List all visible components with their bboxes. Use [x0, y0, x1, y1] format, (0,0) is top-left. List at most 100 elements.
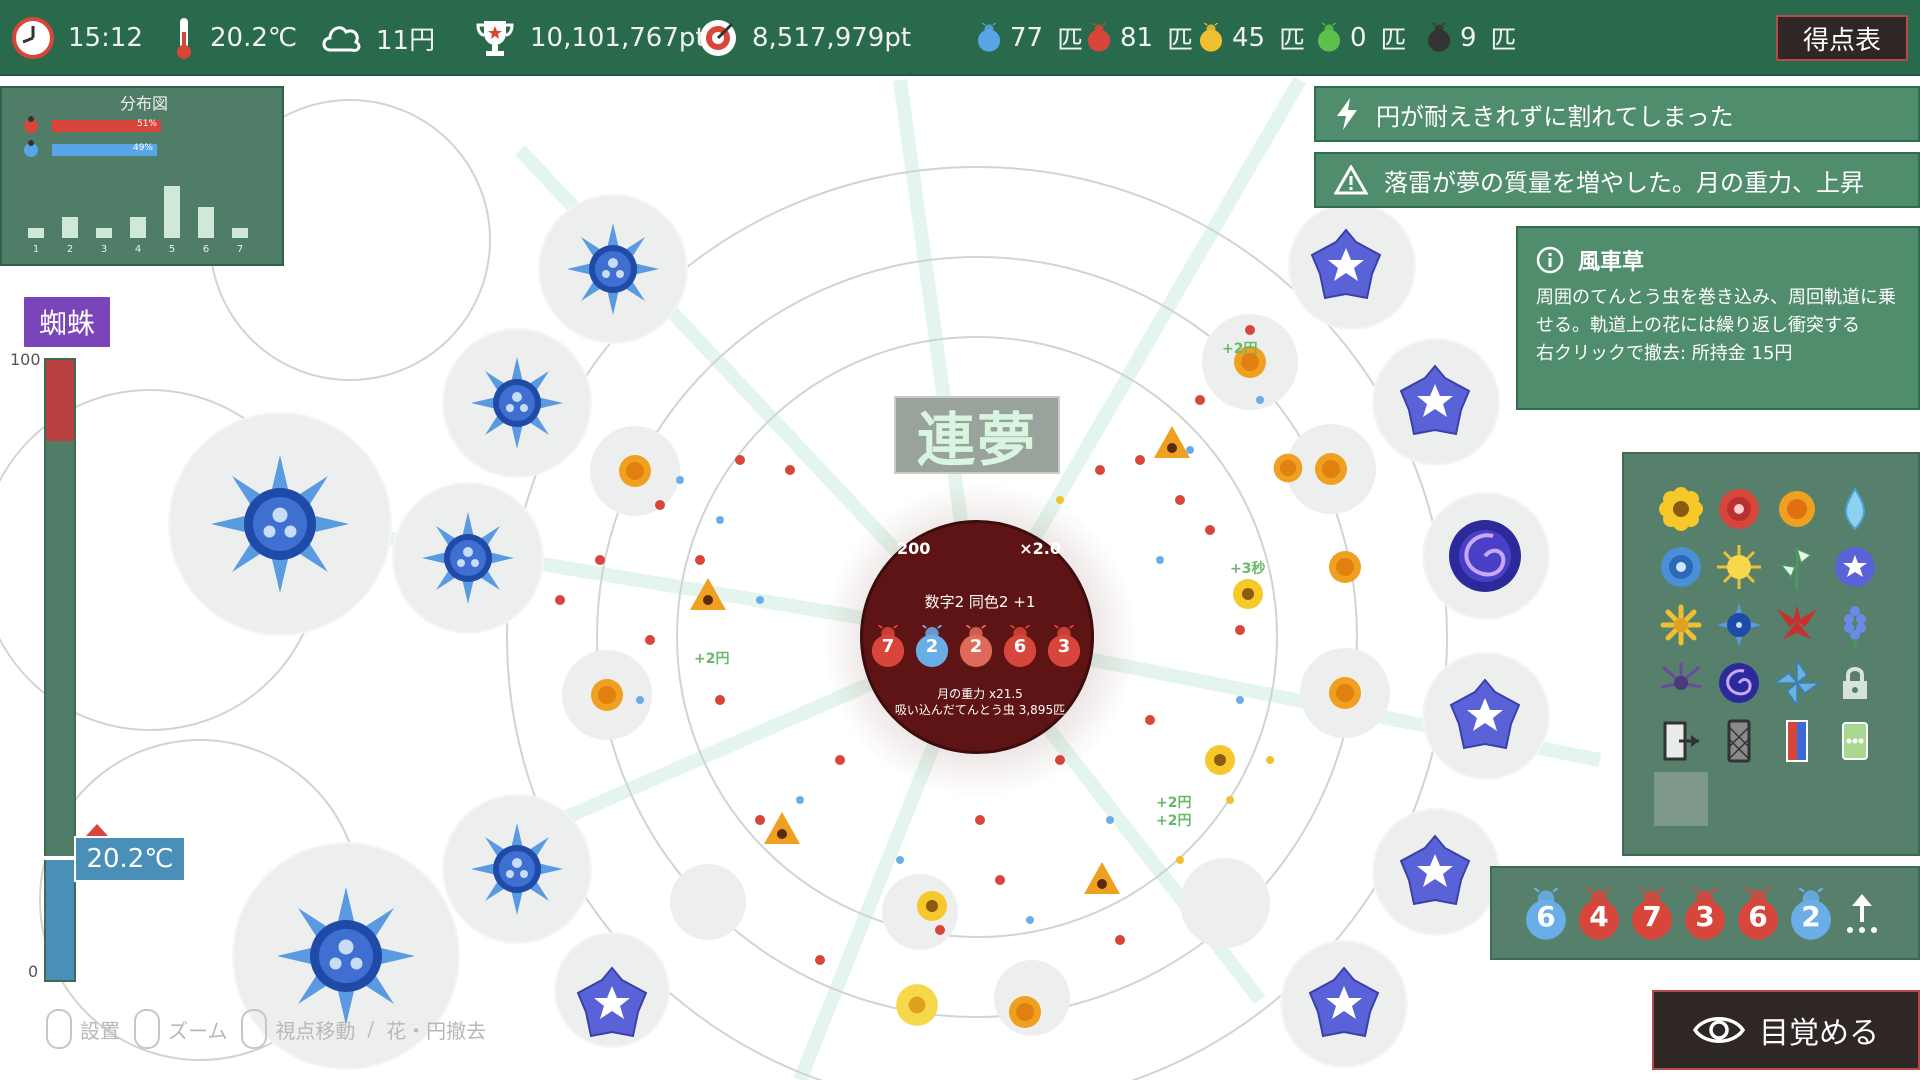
moon-ladybug: 6 [1001, 625, 1039, 669]
histogram-bar [28, 228, 44, 238]
bug-count-yellow-ladybug: 45 匹 [1198, 0, 1305, 76]
clock-display: 15:12 [12, 0, 143, 76]
moon: 200 ×2.0 数字2 同色2 +1 7 2 2 6 3 月の重力 x21.5 吸い込… [860, 520, 1094, 754]
notice-text: 落雷が夢の質量を増やした。月の重力、上昇 [1384, 168, 1864, 197]
bug-count-blue-ladybug: 77 匹 [976, 0, 1083, 76]
temperature-display: 20.2℃ [172, 0, 297, 76]
combo-banner: 連夢 [894, 396, 1060, 474]
blue-star-flower-icon[interactable] [1828, 540, 1882, 594]
purple-thistle-icon[interactable] [1654, 656, 1708, 710]
queue-ladybug-number: 2 [1801, 900, 1821, 933]
queue-ladybug-number: 6 [1536, 900, 1556, 933]
notice-text: 円が耐えきれずに割れてしまった [1376, 102, 1734, 131]
bug-count-value: 9 [1460, 23, 1477, 53]
histogram-bin-label: 1 [32, 244, 40, 255]
moon-ladybug: 2 [913, 625, 951, 669]
blue-rose-icon[interactable] [1654, 540, 1708, 594]
red-rose-icon[interactable] [1712, 482, 1766, 536]
eye-icon [1693, 1013, 1745, 1047]
score-display: 8,517,979pt [698, 0, 911, 76]
notice-lightning: 落雷が夢の質量を増やした。月の重力、上昇 [1314, 152, 1920, 208]
bug-count-unit: 匹 [1279, 25, 1306, 56]
gauge-danger-zone [46, 360, 74, 441]
trophy-icon [474, 17, 516, 59]
blue-distribution-bar: 49% [52, 143, 157, 156]
more-card-icon[interactable] [1828, 714, 1882, 768]
mesh-card-icon[interactable] [1712, 714, 1766, 768]
top-bar: 15:12 20.2℃ 11円 10,101,767pt 8,517,979pt… [0, 0, 1920, 76]
target-icon [698, 18, 738, 58]
control-move: 視点移動 [275, 1018, 356, 1043]
histogram-bin-label: 5 [168, 244, 176, 255]
high-score-value: 10,101,767pt [530, 23, 706, 53]
money-popup: +2円 [1156, 813, 1192, 829]
orange-marigold-icon[interactable] [1770, 482, 1824, 536]
bug-count-value: 77 [1010, 23, 1044, 53]
ladybug-queue: 647362 [1490, 866, 1920, 960]
notice-circle-broken: 円が耐えきれずに割れてしまった [1314, 86, 1920, 142]
sun-icon[interactable] [1712, 540, 1766, 594]
bug-count-unit: 匹 [1380, 25, 1407, 56]
sunflower-icon[interactable] [1654, 482, 1708, 536]
histogram-bar [164, 186, 180, 238]
bug-count-green-ladybug: 0匹 [1316, 0, 1407, 76]
galaxy-rose-icon[interactable] [1712, 656, 1766, 710]
yellow-chrysanthemum-icon[interactable] [1654, 598, 1708, 652]
histogram-bar [96, 228, 112, 238]
distribution-panel: 分布図 51% 49% 1 2 3 4 5 6 7 [0, 86, 284, 266]
red-lily-icon[interactable] [1770, 598, 1824, 652]
moon-points: 200 [897, 539, 931, 558]
exit-door-icon[interactable] [1654, 714, 1708, 768]
thermometer-icon [172, 16, 196, 60]
yellow-ladybug-icon [1198, 23, 1224, 53]
money-value: 11円 [376, 25, 436, 56]
queue-ladybug: 2 [1787, 888, 1835, 942]
gauge-blue-level [46, 860, 74, 980]
bug-count-unit: 匹 [1057, 25, 1084, 56]
control-place: 設置 [80, 1018, 120, 1043]
high-score-display: 10,101,767pt [474, 0, 706, 76]
histogram-bin-label: 4 [134, 244, 142, 255]
black-ladybug-icon [1426, 23, 1452, 53]
score-value: 8,517,979pt [752, 23, 912, 53]
controls-hint: 設置 ズーム 視点移動 / 花・円撤去 [46, 1006, 500, 1052]
wake-up-button[interactable]: 目覚める [1652, 990, 1920, 1070]
upload-arrow-icon[interactable] [1842, 892, 1882, 936]
info-remove-hint: 右クリックで撤去: 所持金 15円 [1536, 343, 1793, 364]
queue-ladybug-number: 3 [1695, 900, 1715, 933]
queue-ladybug: 7 [1628, 888, 1676, 942]
red-blue-card-icon[interactable] [1770, 714, 1824, 768]
moon-multiplier: ×2.0 [1019, 539, 1061, 558]
pinwheel-icon[interactable] [1770, 656, 1824, 710]
money-popup: +2円 [1222, 341, 1258, 357]
gauge-max: 100 [10, 350, 41, 369]
red-ladybug-icon [24, 116, 38, 133]
temperature-gauge [44, 358, 76, 982]
warning-icon [1334, 165, 1368, 195]
moon-gravity: 月の重力 x21.5 [937, 687, 1023, 701]
blue-percent: 49% [132, 143, 153, 153]
lock-icon[interactable] [1828, 656, 1882, 710]
gauge-marker [44, 856, 76, 860]
bug-count-red-ladybug: 81 匹 [1086, 0, 1193, 76]
queue-ladybug-number: 7 [1642, 900, 1662, 933]
clock-time: 15:12 [68, 23, 143, 53]
spider-label: 蜘蛛 [22, 295, 112, 349]
gauge-min: 0 [28, 962, 39, 981]
score-table-button[interactable]: 得点表 [1776, 15, 1908, 61]
moon-ladybug-number: 3 [1057, 636, 1071, 657]
money-popup: +2円 [694, 651, 730, 667]
empty-slot[interactable] [1654, 772, 1708, 826]
histogram-bar [62, 217, 78, 238]
blue-hyacinth-icon[interactable] [1828, 598, 1882, 652]
info-title: 風車草 [1578, 250, 1645, 275]
info-icon [1536, 246, 1564, 274]
queue-ladybug-number: 6 [1748, 900, 1768, 933]
mouse-left-icon [46, 1009, 72, 1049]
blue-orb-icon[interactable] [1712, 598, 1766, 652]
windmill-grass-icon[interactable] [1770, 540, 1824, 594]
moon-combo-text: 数字2 同色2 +1 [924, 593, 1036, 611]
water-drop-icon[interactable] [1828, 482, 1882, 536]
moon-ladybug-number: 2 [925, 636, 939, 657]
blue-ladybug-icon [24, 140, 38, 157]
